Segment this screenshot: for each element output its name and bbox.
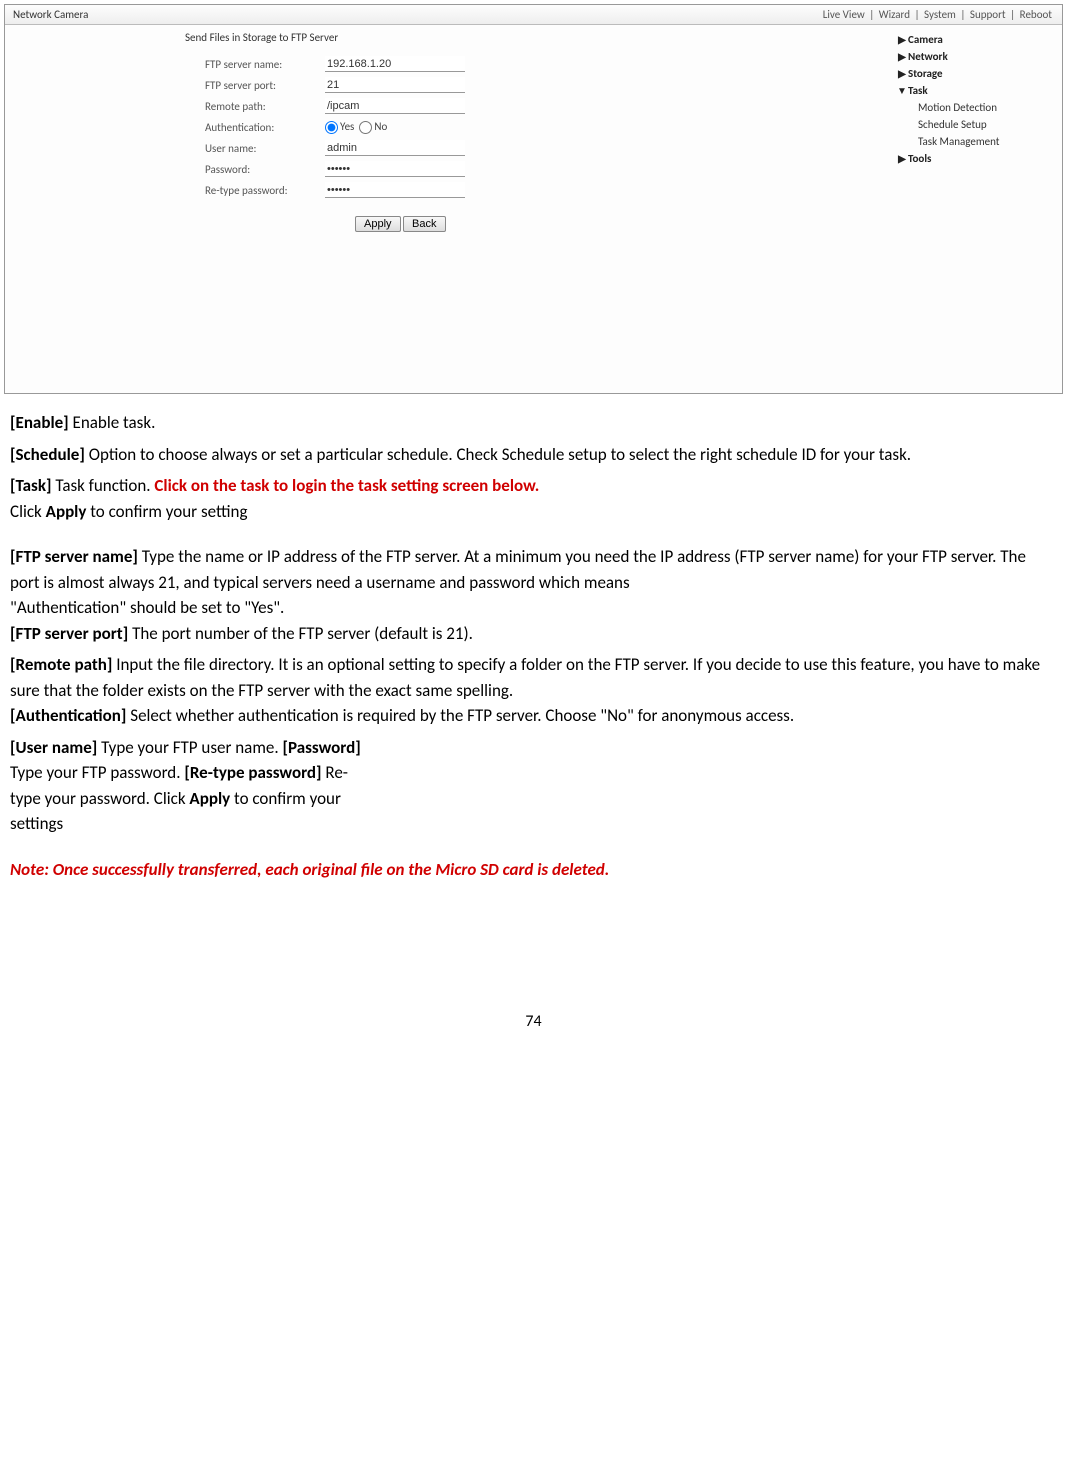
label-retype: Re-type password: bbox=[185, 184, 325, 197]
label-auth: Authentication: bbox=[185, 121, 325, 134]
chevron-right-icon: ▶ bbox=[896, 50, 908, 63]
input-retype[interactable] bbox=[325, 182, 465, 198]
label-password: Password: bbox=[185, 163, 325, 176]
chevron-right-icon: ▶ bbox=[896, 67, 908, 80]
page-number: 74 bbox=[0, 1012, 1067, 1051]
input-password[interactable] bbox=[325, 161, 465, 177]
side-schedule-setup[interactable]: Schedule Setup bbox=[896, 116, 1058, 133]
radio-auth-no[interactable] bbox=[359, 121, 372, 134]
side-motion-detection[interactable]: Motion Detection bbox=[896, 99, 1058, 116]
nav-support[interactable]: Support bbox=[970, 8, 1006, 21]
nav-reboot[interactable]: Reboot bbox=[1020, 8, 1052, 21]
nav-wizard[interactable]: Wizard bbox=[879, 8, 910, 21]
para-enable: [Enable] Enable task. bbox=[10, 410, 1057, 436]
radio-auth-yes[interactable] bbox=[325, 121, 338, 134]
para-user-password: [User name] Type your FTP user name. [Pa… bbox=[10, 735, 370, 837]
input-user[interactable] bbox=[325, 140, 465, 156]
side-storage[interactable]: ▶Storage bbox=[896, 65, 1058, 82]
main-panel: Send Files in Storage to FTP Server FTP … bbox=[5, 25, 892, 393]
input-server-port[interactable] bbox=[325, 77, 465, 93]
side-tools[interactable]: ▶Tools bbox=[896, 150, 1058, 167]
nav-system[interactable]: System bbox=[924, 8, 956, 21]
para-authentication: [Authentication] Select whether authenti… bbox=[10, 703, 1057, 729]
radio-no-label: No bbox=[374, 120, 387, 133]
side-network[interactable]: ▶Network bbox=[896, 48, 1058, 65]
chevron-right-icon: ▶ bbox=[896, 152, 908, 165]
side-camera[interactable]: ▶Camera bbox=[896, 31, 1058, 48]
chevron-right-icon: ▶ bbox=[896, 33, 908, 46]
side-nav: ▶Camera ▶Network ▶Storage ▼Task Motion D… bbox=[892, 25, 1062, 393]
para-ftp-port: [FTP server port] The port number of the… bbox=[10, 621, 1057, 647]
nav-liveview[interactable]: Live View bbox=[823, 8, 865, 21]
radio-yes-label: Yes bbox=[340, 120, 354, 133]
para-schedule: [Schedule] Option to choose always or se… bbox=[10, 442, 1057, 468]
camera-ui-screenshot: Network Camera Live View | Wizard | Syst… bbox=[4, 4, 1063, 394]
label-server-name: FTP server name: bbox=[185, 58, 325, 71]
top-nav: Live View | Wizard | System | Support | … bbox=[821, 8, 1054, 21]
para-remote-path: [Remote path] Input the file directory. … bbox=[10, 652, 1057, 703]
para-task: [Task] Task function. Click on the task … bbox=[10, 473, 1057, 499]
label-user: User name: bbox=[185, 142, 325, 155]
document-body: [Enable] Enable task. [Schedule] Option … bbox=[0, 394, 1067, 882]
chevron-down-icon: ▼ bbox=[896, 84, 908, 97]
label-remote-path: Remote path: bbox=[185, 100, 325, 113]
input-remote-path[interactable] bbox=[325, 98, 465, 114]
para-auth-yes: "Authentication" should be set to "Yes". bbox=[10, 595, 1057, 621]
app-title: Network Camera bbox=[13, 8, 88, 21]
section-title: Send Files in Storage to FTP Server bbox=[185, 31, 892, 44]
para-apply1: Click Apply to confirm your setting bbox=[10, 499, 1057, 525]
app-header: Network Camera Live View | Wizard | Syst… bbox=[5, 5, 1062, 25]
label-server-port: FTP server port: bbox=[185, 79, 325, 92]
apply-button[interactable]: Apply bbox=[355, 216, 401, 232]
back-button[interactable]: Back bbox=[403, 216, 445, 232]
input-server-name[interactable] bbox=[325, 56, 465, 72]
note: Note: Once successfully transferred, eac… bbox=[10, 857, 1057, 883]
side-task[interactable]: ▼Task bbox=[896, 82, 1058, 99]
side-task-management[interactable]: Task Management bbox=[896, 133, 1058, 150]
para-ftp-name: [FTP server name] Type the name or IP ad… bbox=[10, 544, 1057, 595]
